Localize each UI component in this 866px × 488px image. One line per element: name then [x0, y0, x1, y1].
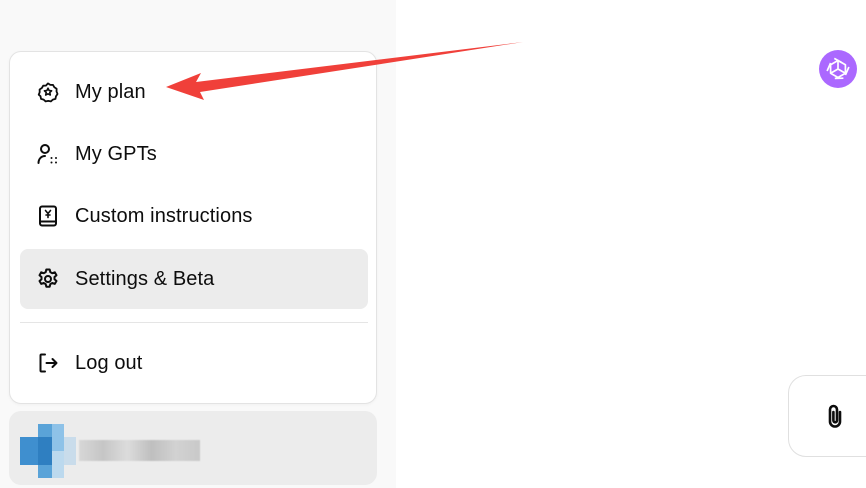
plan-badge-icon	[36, 80, 60, 104]
menu-divider	[20, 322, 368, 323]
menu-item-label: Custom instructions	[75, 204, 253, 227]
avatar	[20, 424, 76, 478]
attach-file-button[interactable]	[788, 375, 866, 457]
menu-item-label: Settings & Beta	[75, 267, 215, 290]
paperclip-icon	[822, 402, 848, 432]
menu-item-log-out[interactable]: Log out	[20, 333, 368, 393]
menu-item-my-plan[interactable]: My plan	[20, 62, 368, 122]
sidebar: My plan My GPTs Custom instructions Sett…	[0, 0, 396, 488]
log-out-icon	[36, 351, 60, 375]
custom-instructions-icon	[36, 204, 60, 228]
openai-logo-icon	[819, 50, 857, 88]
settings-gear-icon	[36, 267, 60, 291]
menu-item-label: My GPTs	[75, 142, 157, 165]
menu-item-settings-beta[interactable]: Settings & Beta	[20, 249, 368, 309]
account-menu: My plan My GPTs Custom instructions Sett…	[9, 51, 377, 404]
gpts-icon	[36, 142, 60, 166]
menu-item-my-gpts[interactable]: My GPTs	[20, 124, 368, 184]
user-account-button[interactable]	[9, 411, 377, 485]
menu-item-label: My plan	[75, 80, 146, 103]
user-name-blurred	[79, 440, 200, 461]
menu-item-custom-instructions[interactable]: Custom instructions	[20, 186, 368, 246]
menu-item-label: Log out	[75, 351, 143, 374]
